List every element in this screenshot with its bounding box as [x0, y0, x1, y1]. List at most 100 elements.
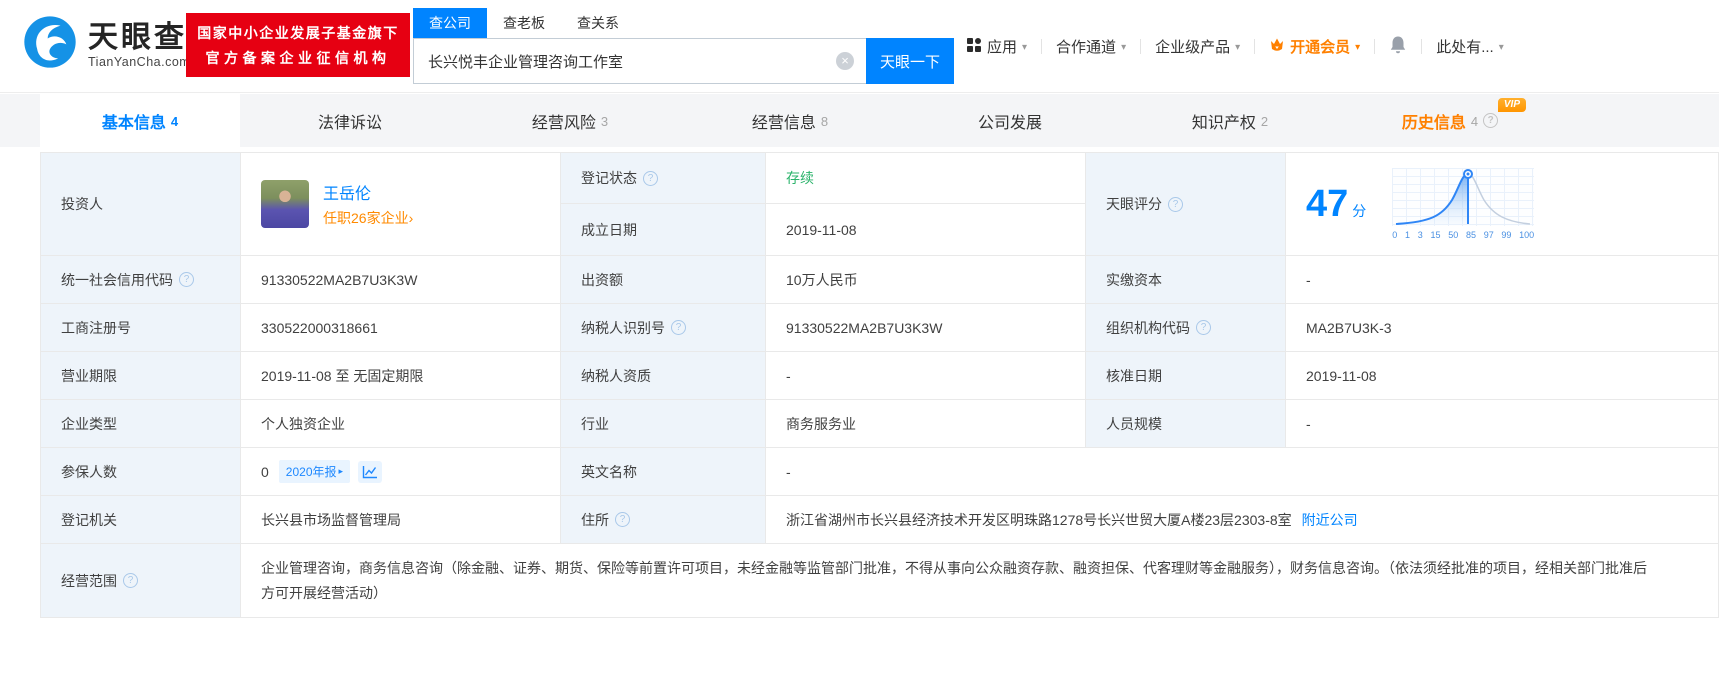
- company-type-label: 企业类型: [41, 400, 241, 448]
- bell-icon: [1389, 35, 1407, 59]
- crown-icon: [1269, 37, 1285, 57]
- taxpayer-quality-label: 纳税人资质: [561, 352, 766, 400]
- help-icon[interactable]: ?: [123, 573, 138, 588]
- tab-intellectual-property[interactable]: 知识产权 2: [1120, 94, 1340, 147]
- address-label: 住所: [581, 511, 609, 528]
- score-number: 47 分: [1306, 182, 1367, 225]
- nearby-companies-link[interactable]: 附近公司: [1302, 510, 1358, 530]
- nav-more[interactable]: 此处有... ▾: [1436, 36, 1504, 57]
- tab-label: 历史信息: [1401, 114, 1466, 132]
- search-button[interactable]: 天眼一下: [866, 38, 954, 84]
- tab-operating-risk[interactable]: 经营风险 3: [460, 94, 680, 147]
- status-badge: 存续: [786, 170, 814, 186]
- search-tab-relation[interactable]: 查关系: [561, 8, 635, 38]
- tab-history-info[interactable]: VIP 历史信息 4 ?: [1340, 94, 1560, 147]
- taxpayer-id-label: 纳税人识别号: [581, 319, 665, 336]
- help-icon[interactable]: ?: [615, 512, 630, 527]
- annual-report-badge[interactable]: 2020年报 ▸: [278, 460, 351, 483]
- nav-cooperation[interactable]: 合作通道 ▾: [1056, 36, 1126, 57]
- tab-label: 法律诉讼: [317, 114, 382, 132]
- investor-avatar[interactable]: [261, 180, 309, 228]
- tab-count: 4: [170, 114, 179, 129]
- divider: [1374, 39, 1376, 54]
- taxpayer-quality-value: -: [766, 352, 1086, 400]
- help-icon[interactable]: ?: [1483, 113, 1499, 128]
- tab-count: 3: [600, 114, 609, 129]
- search-tab-company[interactable]: 查公司: [413, 8, 487, 38]
- business-scope-label: 经营范围: [61, 572, 117, 589]
- org-code-label: 组织机构代码: [1106, 319, 1190, 336]
- reg-status-label: 登记状态: [581, 170, 637, 186]
- business-term-value: 2019-11-08 至 无固定期限: [241, 352, 561, 400]
- tab-operating-info[interactable]: 经营信息 8: [680, 94, 900, 147]
- divider: [1254, 39, 1256, 54]
- nav-vip-membership[interactable]: 开通会员 ▾: [1269, 36, 1360, 57]
- english-name-value: -: [766, 448, 1719, 496]
- nav-enterprise-products-label: 企业级产品: [1155, 39, 1231, 56]
- certification-badge: 国家中小企业发展子基金旗下 官方备案企业征信机构: [186, 13, 410, 77]
- insured-count-cell: 0 2020年报 ▸: [241, 448, 561, 496]
- credit-code-label: 统一社会信用代码: [61, 271, 173, 288]
- help-icon[interactable]: ?: [1168, 196, 1183, 212]
- address-value: 浙江省湖州市长兴县经济技术开发区明珠路1278号长兴世贸大厦A楼23层2303-…: [786, 511, 1292, 528]
- help-icon[interactable]: ?: [1196, 320, 1211, 335]
- approval-date-value: 2019-11-08: [1286, 352, 1719, 400]
- score-label: 天眼评分: [1106, 196, 1162, 212]
- score-distribution-chart: 0 1 3 15 50 85 97 99 100: [1392, 168, 1535, 240]
- establish-date-value: 2019-11-08: [766, 204, 1085, 255]
- search-tab-boss[interactable]: 查老板: [487, 8, 561, 38]
- chevron-down-icon: ▾: [1355, 42, 1361, 53]
- help-icon[interactable]: ?: [643, 170, 658, 186]
- business-scope-value: 企业管理咨询，商务信息咨询（除金融、证券、期货、保险等前置许可项目，未经金融等监…: [241, 544, 1719, 618]
- logo[interactable]: 天眼查 TianYanCha.com: [22, 14, 190, 75]
- tab-count: 8: [820, 114, 829, 129]
- divider: [1421, 39, 1423, 54]
- tab-label: 知识产权: [1191, 114, 1256, 132]
- brand-domain: TianYanCha.com: [88, 54, 191, 69]
- clear-search-icon[interactable]: ×: [836, 52, 854, 70]
- nav-apps-label: 应用: [987, 39, 1018, 56]
- insured-count-value: 0: [261, 463, 269, 480]
- tianyancha-logo-icon: [22, 14, 78, 75]
- certification-line2: 官方备案企业征信机构: [205, 49, 391, 66]
- nav-apps[interactable]: 应用 ▾: [966, 36, 1027, 57]
- business-scope-label-cell: 经营范围 ?: [41, 544, 241, 618]
- site-header: 天眼查 TianYanCha.com 国家中小企业发展子基金旗下 官方备案企业征…: [0, 0, 1719, 93]
- nav-enterprise-products[interactable]: 企业级产品 ▾: [1155, 36, 1240, 57]
- investor-positions-link[interactable]: 任职26家企业›: [323, 208, 413, 228]
- investor-name-link[interactable]: 王岳伦: [323, 180, 413, 204]
- chevron-down-icon: ▾: [1235, 42, 1241, 53]
- score-label-cell: 天眼评分 ?: [1086, 153, 1286, 256]
- credit-code-label-cell: 统一社会信用代码 ?: [41, 256, 241, 304]
- search-input[interactable]: [413, 38, 866, 84]
- annual-report-label: 2020年报: [285, 465, 337, 479]
- chevron-down-icon: ▾: [1121, 42, 1127, 53]
- divider: [1140, 39, 1142, 54]
- address-label-cell: 住所 ?: [561, 496, 766, 544]
- score-cell: 47 分 0 1 3 15 50 85 97 99 100: [1286, 153, 1719, 256]
- reg-number-label: 工商注册号: [41, 304, 241, 352]
- company-section-tabs: 基本信息 4 法律诉讼 经营风险 3 经营信息 8 公司发展 知识产权 2 VI…: [0, 94, 1719, 147]
- trend-chart-icon[interactable]: [358, 460, 383, 483]
- paidin-capital-label: 实缴资本: [1086, 256, 1286, 304]
- address-cell: 浙江省湖州市长兴县经济技术开发区明珠路1278号长兴世贸大厦A楼23层2303-…: [766, 496, 1719, 544]
- tab-legal-proceedings[interactable]: 法律诉讼: [240, 94, 460, 147]
- nav-more-label: 此处有...: [1436, 39, 1494, 56]
- apps-grid-icon: [966, 37, 982, 57]
- industry-value: 商务服务业: [766, 400, 1086, 448]
- taxpayer-id-value: 91330522MA2B7U3K3W: [766, 304, 1086, 352]
- tab-company-development[interactable]: 公司发展: [900, 94, 1120, 147]
- help-icon[interactable]: ?: [671, 320, 686, 335]
- tab-basic-info[interactable]: 基本信息 4: [40, 94, 240, 147]
- staff-size-value: -: [1286, 400, 1719, 448]
- notification-bell[interactable]: [1389, 35, 1407, 59]
- help-icon[interactable]: ?: [179, 272, 194, 287]
- staff-size-label: 人员规模: [1086, 400, 1286, 448]
- investor-cell: 王岳伦 任职26家企业›: [241, 153, 561, 256]
- vip-badge: VIP: [1497, 98, 1526, 112]
- business-term-label: 营业期限: [41, 352, 241, 400]
- industry-label: 行业: [561, 400, 766, 448]
- search-tabs: 查公司 查老板 查关系: [413, 8, 954, 38]
- tab-label: 公司发展: [977, 114, 1042, 132]
- reg-status-value-cell: 存续: [766, 153, 1085, 204]
